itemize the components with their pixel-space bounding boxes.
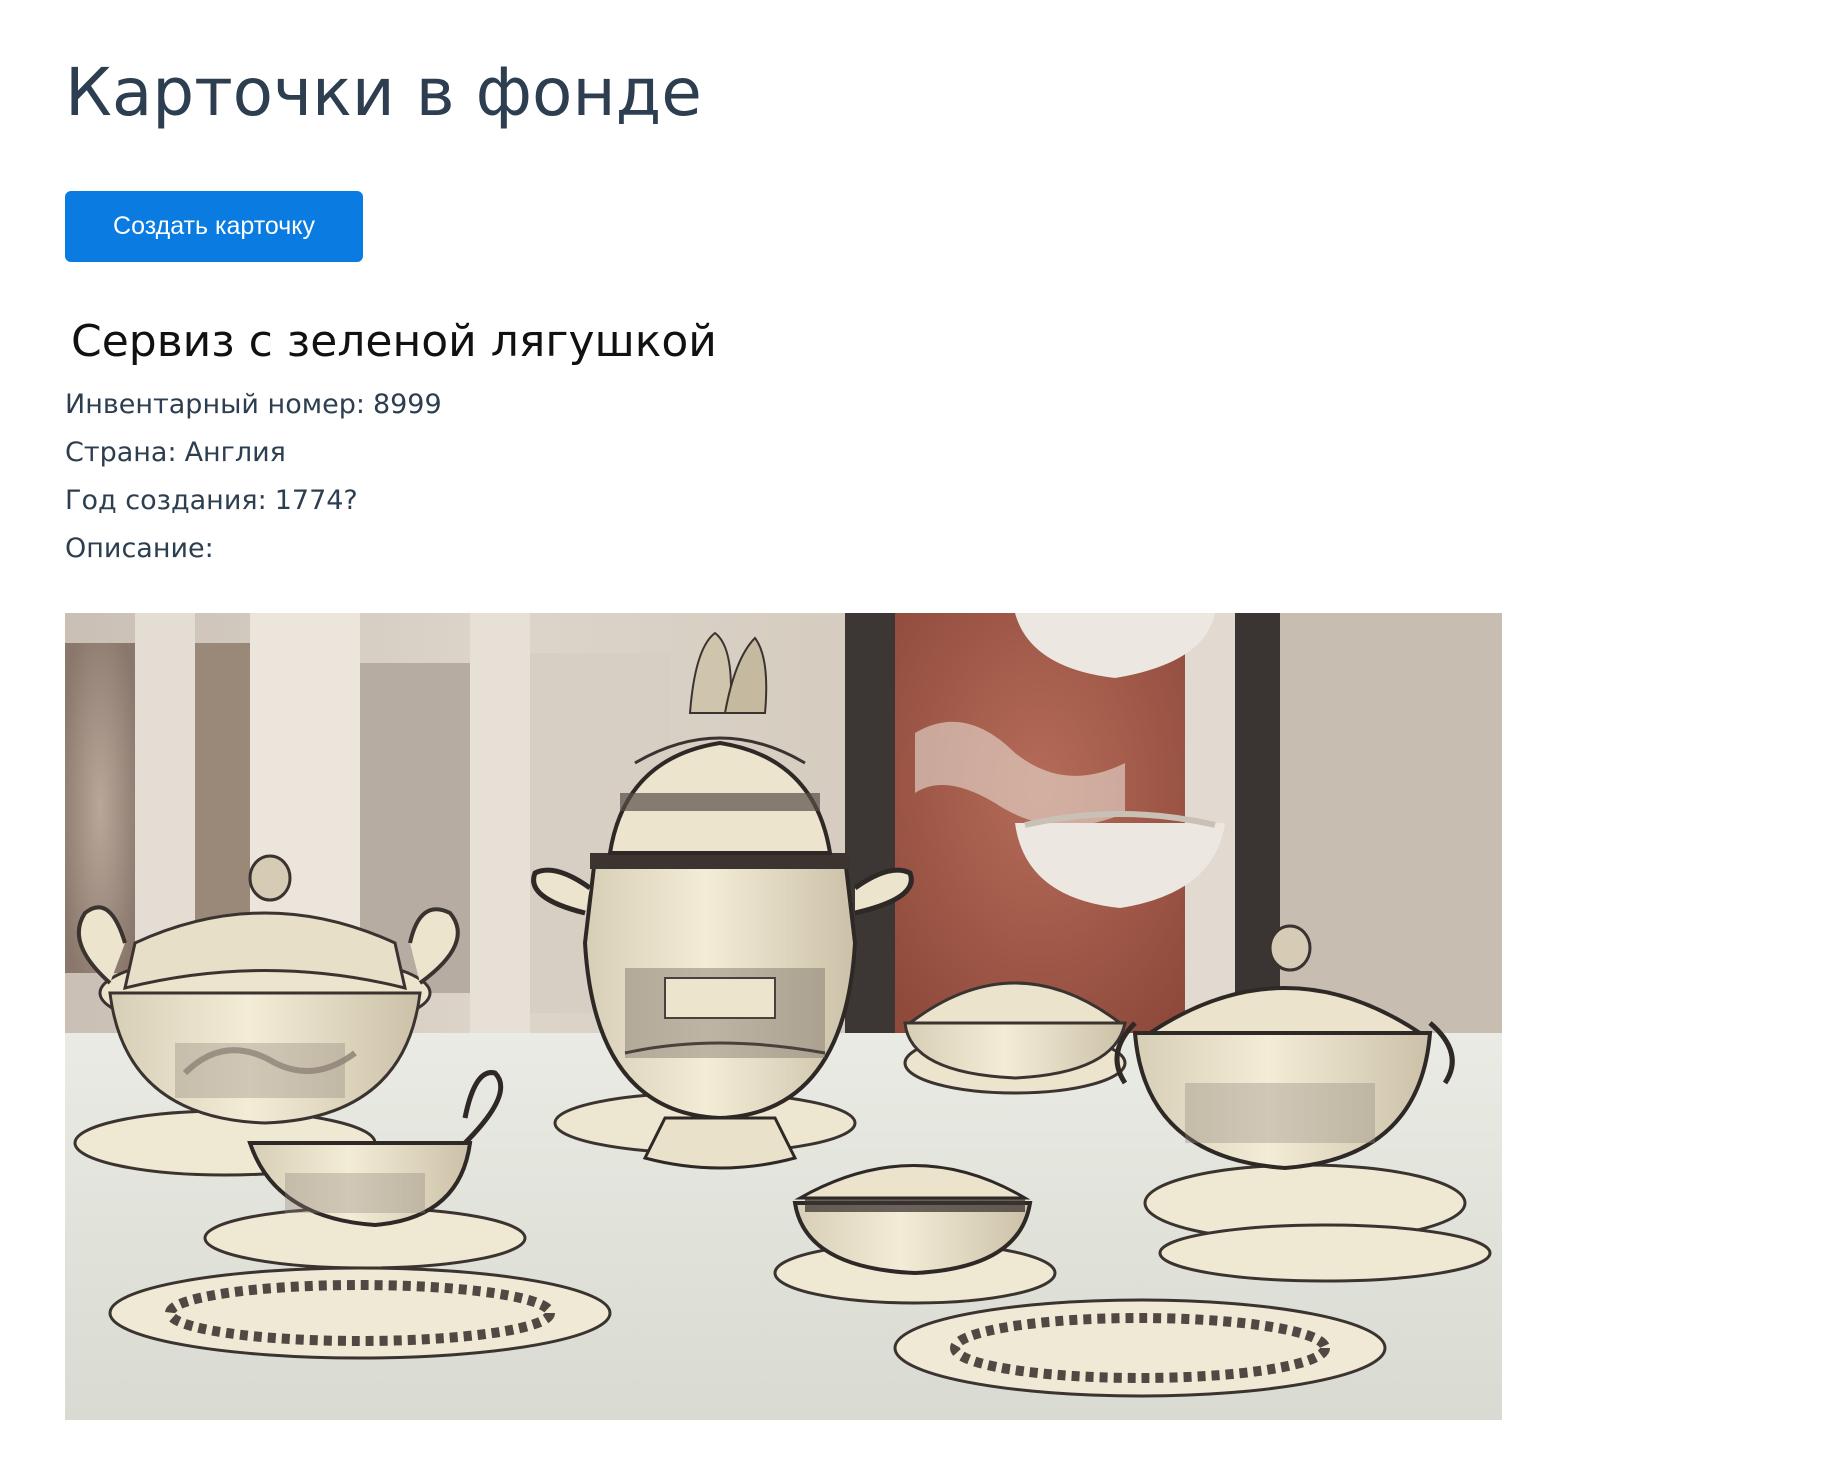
card-field-description: Описание: bbox=[65, 529, 222, 569]
card-photo bbox=[65, 613, 1502, 1420]
card-field-year: Год создания: 1774? bbox=[65, 481, 358, 521]
field-label: Страна: bbox=[65, 437, 177, 468]
card-title: Сервиз с зеленой лягушкой bbox=[71, 316, 717, 367]
card-field-country: Страна: Англия bbox=[65, 433, 286, 473]
page-title: Карточки в фонде bbox=[65, 54, 702, 131]
field-value: 1774? bbox=[274, 485, 358, 516]
card-field-inventory-number: Инвентарный номер: 8999 bbox=[65, 385, 442, 425]
field-value: Англия bbox=[184, 437, 286, 468]
field-label: Описание: bbox=[65, 533, 214, 564]
field-value: 8999 bbox=[372, 389, 442, 420]
field-label: Год создания: bbox=[65, 485, 267, 516]
porcelain-service-photo bbox=[65, 613, 1502, 1420]
create-card-button[interactable]: Создать карточку bbox=[65, 191, 363, 262]
field-label: Инвентарный номер: bbox=[65, 389, 365, 420]
